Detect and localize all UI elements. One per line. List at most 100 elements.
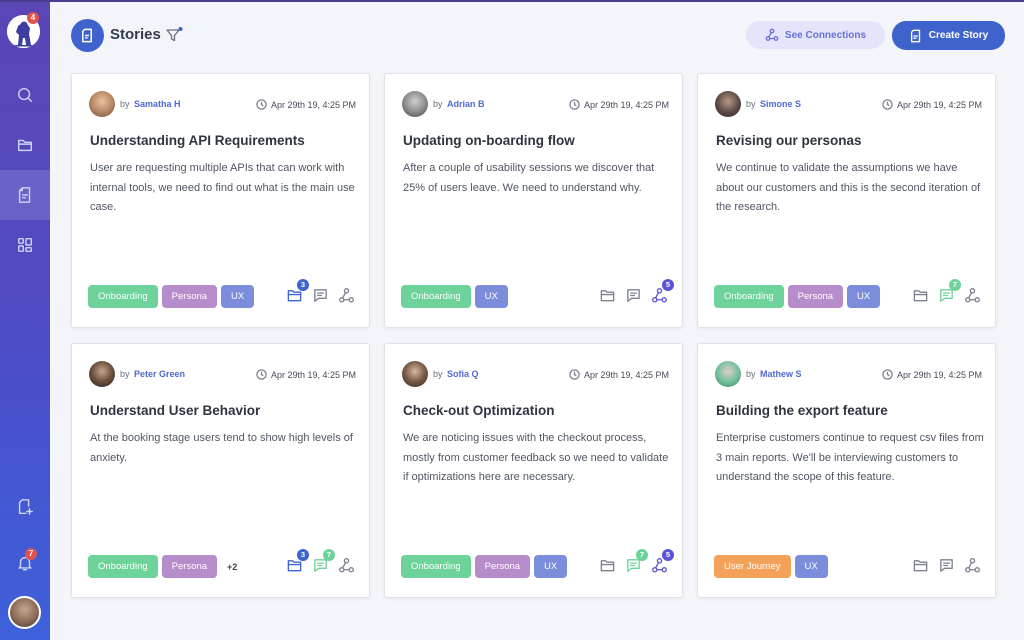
document-plus-icon — [18, 499, 33, 515]
tag[interactable]: Persona — [474, 555, 531, 578]
by-label: by — [433, 99, 443, 109]
notifications-badge: 7 — [25, 548, 37, 560]
tag[interactable]: UX — [534, 555, 568, 578]
connections-icon — [339, 288, 354, 303]
story-card[interactable]: by Adrian B Apr 29th 19, 4:25 PM Updatin… — [384, 73, 683, 328]
document-icon — [910, 29, 920, 42]
folder-button[interactable] — [912, 287, 929, 304]
tag[interactable]: Persona — [787, 285, 844, 308]
tag[interactable]: Persona — [161, 285, 218, 308]
connections-button[interactable]: 5 — [651, 279, 674, 304]
author-name[interactable]: Simone S — [760, 99, 801, 109]
grid-icon — [17, 237, 33, 253]
tag[interactable]: UX — [794, 555, 828, 578]
comment-icon — [627, 289, 640, 302]
connection-count: 5 — [662, 279, 674, 291]
see-connections-button[interactable]: See Connections — [746, 21, 885, 49]
author-name[interactable]: Peter Green — [134, 369, 185, 379]
connections-icon — [339, 558, 354, 573]
story-title[interactable]: Revising our personas — [716, 133, 862, 148]
sidebar-item-add-document[interactable] — [0, 482, 50, 532]
comment-button[interactable]: 7 — [625, 549, 648, 574]
by-label: by — [433, 369, 443, 379]
tag[interactable]: Onboarding — [714, 285, 784, 308]
comment-count: 7 — [636, 549, 648, 561]
author-avatar[interactable] — [89, 361, 115, 387]
story-actions — [912, 557, 981, 574]
sidebar-item-dashboard[interactable] — [0, 220, 50, 270]
clock-icon — [882, 369, 893, 380]
story-title[interactable]: Understanding API Requirements — [90, 133, 305, 148]
author-avatar[interactable] — [402, 361, 428, 387]
clock-icon — [569, 99, 580, 110]
clock-icon — [256, 99, 267, 110]
story-description: User are requesting multiple APIs that c… — [90, 162, 355, 213]
tag[interactable]: Onboarding — [401, 285, 471, 308]
timestamp-text: Apr 29th 19, 4:25 PM — [583, 369, 669, 380]
story-actions: 3 — [286, 279, 355, 304]
page-title: Stories — [110, 26, 161, 43]
connections-button[interactable] — [338, 287, 355, 304]
folder-button[interactable]: 3 — [286, 279, 309, 304]
tag[interactable]: Onboarding — [88, 285, 158, 308]
author-avatar[interactable] — [715, 361, 741, 387]
comment-button[interactable]: 7 — [938, 279, 961, 304]
sidebar-item-folders[interactable] — [0, 120, 50, 170]
comment-button[interactable] — [625, 287, 642, 304]
story-title[interactable]: Check-out Optimization — [403, 403, 555, 418]
comment-button[interactable]: 7 — [312, 549, 335, 574]
story-card[interactable]: by Sofia Q Apr 29th 19, 4:25 PM Check-ou… — [384, 343, 683, 598]
connections-button[interactable] — [964, 557, 981, 574]
author-name[interactable]: Samatha H — [134, 99, 181, 109]
folder-button[interactable] — [599, 287, 616, 304]
sidebar-item-search[interactable] — [0, 70, 50, 120]
filter-button[interactable] — [165, 26, 183, 44]
tag-list: Onboarding UX — [401, 285, 508, 308]
author-avatar[interactable] — [89, 91, 115, 117]
author-name[interactable]: Mathew S — [760, 369, 802, 379]
story-card[interactable]: by Samatha H Apr 29th 19, 4:25 PM Unders… — [71, 73, 370, 328]
story-card[interactable]: by Mathew S Apr 29th 19, 4:25 PM Buildin… — [697, 343, 996, 598]
tag[interactable]: Persona — [161, 555, 218, 578]
comment-button[interactable] — [938, 557, 955, 574]
folder-button[interactable]: 3 — [286, 549, 309, 574]
comment-button[interactable] — [312, 287, 329, 304]
tag[interactable]: Onboarding — [401, 555, 471, 578]
user-avatar[interactable] — [8, 596, 41, 629]
tag[interactable]: UX — [221, 285, 255, 308]
connections-icon — [765, 28, 779, 41]
connections-button[interactable] — [964, 287, 981, 304]
tag[interactable]: UX — [847, 285, 881, 308]
story-card[interactable]: by Peter Green Apr 29th 19, 4:25 PM Unde… — [71, 343, 370, 598]
comment-count: 7 — [949, 279, 961, 291]
story-title[interactable]: Building the export feature — [716, 403, 888, 418]
story-card[interactable]: by Simone S Apr 29th 19, 4:25 PM Revisin… — [697, 73, 996, 328]
author-line: by Mathew S — [746, 369, 802, 379]
tag[interactable]: User Journey — [714, 555, 791, 578]
author-name[interactable]: Adrian B — [447, 99, 485, 109]
sidebar-item-stories[interactable] — [0, 170, 50, 220]
connections-button[interactable]: 5 — [651, 549, 674, 574]
tag[interactable]: UX — [474, 285, 508, 308]
story-description: At the booking stage users tend to show … — [90, 432, 353, 464]
folder-button[interactable] — [599, 557, 616, 574]
clock-icon — [256, 369, 267, 380]
author-avatar[interactable] — [402, 91, 428, 117]
comment-icon — [314, 289, 327, 302]
author-avatar[interactable] — [715, 91, 741, 117]
connections-icon — [965, 288, 980, 303]
folder-count: 3 — [297, 549, 309, 561]
sidebar-item-notifications[interactable] — [0, 538, 50, 588]
author-name[interactable]: Sofia Q — [447, 369, 479, 379]
folder-button[interactable] — [912, 557, 929, 574]
more-tags[interactable]: +2 — [227, 562, 237, 572]
connections-button[interactable] — [338, 557, 355, 574]
story-title[interactable]: Understand User Behavior — [90, 403, 260, 418]
timestamp-text: Apr 29th 19, 4:25 PM — [270, 99, 356, 110]
create-story-button[interactable]: Create Story — [892, 21, 1005, 50]
tag[interactable]: Onboarding — [88, 555, 158, 578]
story-title[interactable]: Updating on-boarding flow — [403, 133, 575, 148]
comment-icon — [940, 559, 953, 572]
folder-icon — [913, 290, 928, 302]
story-actions: 3 7 — [286, 549, 355, 574]
